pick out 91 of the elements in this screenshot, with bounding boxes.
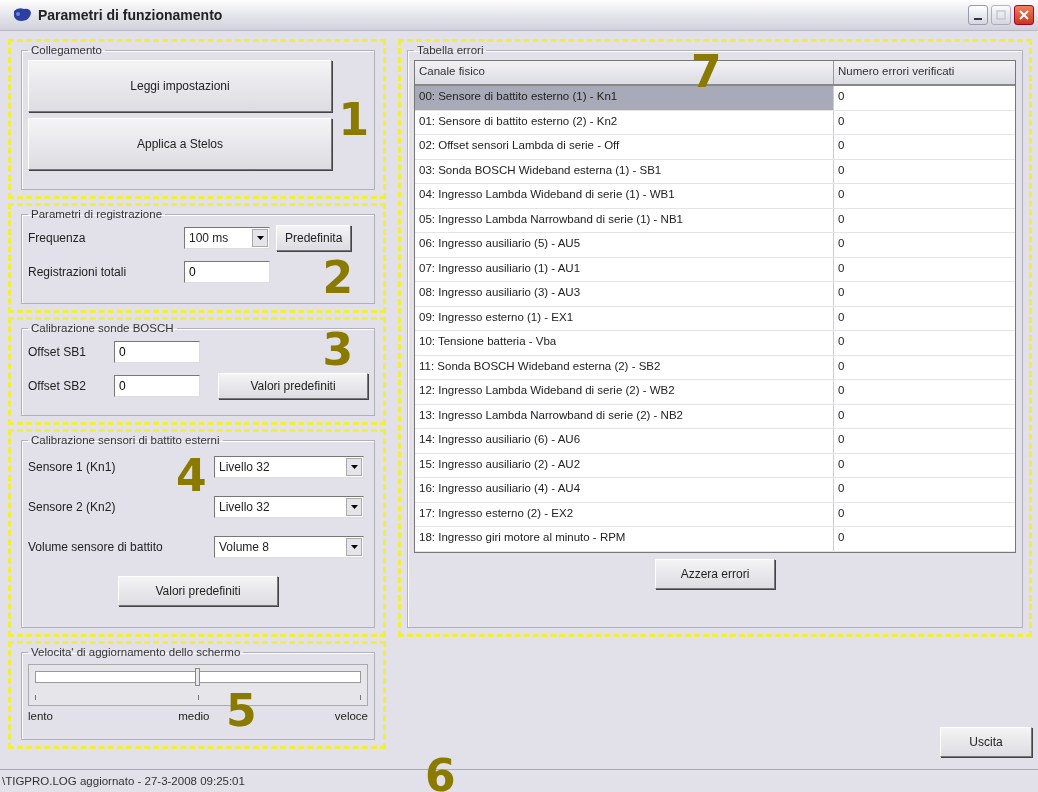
default-values-button[interactable]: Valori predefiniti [218, 373, 368, 399]
offset-input-field[interactable]: 0 [114, 341, 200, 363]
group-title: Velocita' di aggiornamento dello schermo [30, 646, 242, 658]
table-cell[interactable]: 01: Sensore di battito esterno (2) - Kn2 [415, 110, 834, 134]
minimize-icon [974, 18, 982, 20]
table-cell[interactable]: 09: Ingresso esterno (1) - EX1 [415, 306, 834, 330]
group-title: Collegamento [30, 44, 103, 56]
table-cell-text: 0 [837, 481, 846, 496]
level-dropdown[interactable]: Volume 8 [214, 536, 364, 558]
level-dropdown[interactable]: Livello 32 [214, 496, 364, 518]
default-values-button[interactable]: Valori predefiniti [118, 576, 278, 606]
default-button[interactable]: Predefinita [276, 225, 352, 251]
table-cell[interactable]: 08: Ingresso ausiliario (3) - AU3 [415, 282, 834, 306]
close-button[interactable] [1014, 5, 1034, 25]
field-label: Offset SB1 [28, 345, 87, 359]
table-cell-text: 0 [837, 113, 846, 129]
table-cell[interactable]: 05: Ingresso Lambda Narrowband di serie (1) - NB1 [415, 208, 834, 232]
table-cell[interactable]: 12: Ingresso Lambda Wideband di serie (2) - WB2 [415, 380, 834, 404]
table-cell-text: 0 [837, 187, 846, 202]
table-cell[interactable]: 18: Ingresso giri motore al minuto - RPM [415, 527, 834, 551]
total-input-field[interactable]: 0 [184, 261, 270, 283]
tick-mark [35, 695, 36, 700]
table-cell-text: 0 [837, 89, 846, 104]
field-label: Sensore 2 (Kn2) [28, 500, 117, 514]
scale-label: lento [28, 710, 53, 722]
group-title: Parametri di registrazione [30, 208, 164, 220]
table-cell-text: 0 [837, 285, 846, 300]
field-label: Offset SB2 [28, 379, 87, 393]
table-cell[interactable]: 11: Sonda BOSCH Wideband esterna (2) - SB2 [415, 355, 834, 379]
dropdown-value: Volume 8 [219, 540, 270, 554]
window-title: Parametri di funzionamento [38, 7, 224, 23]
app-icon [12, 7, 32, 23]
table-cell-text: 0 [837, 211, 846, 227]
table-cell-text: 0 [837, 162, 846, 178]
column-header[interactable]: Numero errori verificati [834, 61, 959, 84]
scale-label: medio [178, 710, 210, 722]
annotation-number: 3 [322, 328, 353, 372]
table-cell-text: 0 [837, 505, 846, 521]
table-cell-text: 0 [837, 260, 846, 276]
table-cell-text: 0 [837, 530, 846, 545]
table-cell[interactable]: 15: Ingresso ausiliario (2) - AU2 [415, 453, 834, 477]
table-cell-text: 0 [837, 138, 846, 153]
table-cell[interactable]: 06: Ingresso ausiliario (5) - AU5 [415, 233, 834, 257]
frequency-dropdown[interactable]: 100 ms [184, 227, 270, 249]
table-cell[interactable]: 14: Ingresso ausiliario (6) - AU6 [415, 429, 834, 453]
status-text: \TIGPRO.LOG aggiornato - 27-3-2008 09:25:01 [2, 775, 245, 787]
table-cell-text: 0 [837, 407, 846, 423]
table-cell[interactable]: 10: Tensione batteria - Vba [415, 331, 834, 355]
annotation-number: 1 [338, 98, 369, 142]
table-cell[interactable]: 04: Ingresso Lambda Wideband di serie (1) - WB1 [415, 184, 834, 208]
table-cell[interactable]: 07: Ingresso ausiliario (1) - AU1 [415, 257, 834, 281]
table-cell[interactable]: 13: Ingresso Lambda Narrowband di serie (2) - NB2 [415, 404, 834, 428]
table-cell[interactable]: 16: Ingresso ausiliario (4) - AU4 [415, 478, 834, 502]
table-cell[interactable]: 17: Ingresso esterno (2) - EX2 [415, 502, 834, 526]
table-cell[interactable]: 00: Sensore di battito esterno (1) - Kn1 [415, 86, 834, 110]
scale-label: veloce [334, 710, 368, 722]
offset-input-field[interactable]: 0 [114, 375, 200, 397]
table-cell-text: 0 [837, 334, 846, 349]
table-cell-text: 0 [837, 383, 846, 398]
field-label: Sensore 1 (Kn1) [28, 460, 117, 474]
table-cell-text: 0 [837, 309, 846, 325]
group-title: Tabella errori [416, 44, 485, 56]
tick-mark [197, 695, 199, 700]
field-label: Volume sensore di battito [28, 540, 164, 554]
close-icon [1019, 10, 1029, 20]
table-cell[interactable]: 03: Sonda BOSCH Wideband esterna (1) - SB1 [415, 159, 834, 183]
table-cell-text: 0 [837, 456, 846, 472]
dropdown-value: Livello 32 [219, 500, 270, 514]
level-dropdown[interactable]: Livello 32 [214, 456, 364, 478]
exit-button[interactable]: Uscita [940, 727, 1032, 757]
table-cell-text: 0 [837, 358, 846, 374]
field-label: Registrazioni totali [28, 265, 128, 279]
table-cell-text: 0 [837, 432, 846, 447]
action-button[interactable]: Applica a Stelos [28, 118, 332, 170]
annotation-number: 6 [425, 754, 456, 792]
slider-thumb[interactable] [195, 668, 200, 686]
group-title: Calibrazione sensori di battito esterni [30, 434, 221, 446]
field-label: Frequenza [28, 231, 87, 245]
tick-mark [360, 695, 361, 700]
annotation-number: 4 [176, 454, 207, 498]
action-button[interactable]: Leggi impostazioni [28, 60, 332, 112]
table-cell-text: 0 [837, 236, 846, 251]
dropdown-value: 100 ms [189, 231, 229, 245]
maximize-icon [996, 10, 1006, 20]
reset-errors-button[interactable]: Azzera errori [655, 558, 775, 589]
annotation-number: 5 [226, 689, 257, 733]
annotation-number: 2 [322, 256, 353, 300]
dropdown-value: Livello 32 [219, 460, 270, 474]
group-title: Calibrazione sonde BOSCH [30, 322, 175, 334]
minimize-button[interactable] [968, 5, 988, 25]
table-cell[interactable]: 02: Offset sensori Lambda di serie - Off [415, 135, 834, 159]
